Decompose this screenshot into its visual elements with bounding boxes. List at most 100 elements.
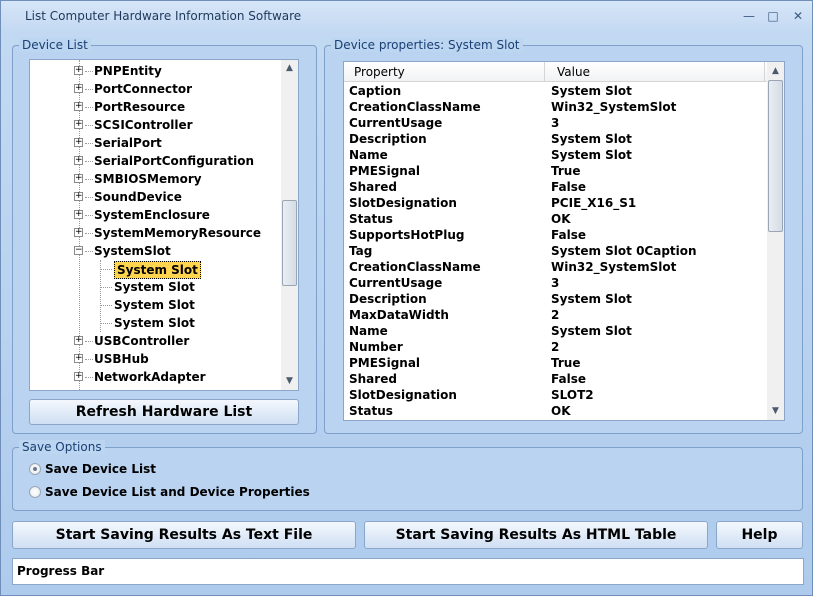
property-value[interactable]: SLOT2 <box>551 387 594 403</box>
property-name[interactable]: Number <box>349 339 403 355</box>
property-value[interactable]: True <box>551 163 580 179</box>
expand-icon[interactable]: + <box>74 192 83 201</box>
tree-item-label: NetworkAdapter <box>94 370 206 384</box>
device-properties-group: Device properties: System Slot Property … <box>324 38 803 434</box>
tree-item-label: SerialPort <box>94 136 162 150</box>
property-value[interactable]: False <box>551 227 586 243</box>
expand-icon[interactable]: + <box>74 210 83 219</box>
property-name[interactable]: PMESignal <box>349 355 420 371</box>
property-value[interactable]: PCIE_X16_S1 <box>551 195 636 211</box>
property-value[interactable]: False <box>551 371 586 387</box>
property-name[interactable]: Caption <box>349 83 401 99</box>
save-text-file-button[interactable]: Start Saving Results As Text File <box>12 521 356 549</box>
tree-item-label: SystemEnclosure <box>94 208 210 222</box>
scroll-up-icon[interactable]: ▲ <box>281 63 298 73</box>
tree-item-label: SystemSlot <box>94 244 171 258</box>
save-html-table-button[interactable]: Start Saving Results As HTML Table <box>364 521 708 549</box>
tree-item-label: PortResource <box>94 100 186 114</box>
tree-item-label: System Slot <box>114 261 201 279</box>
property-value[interactable]: 2 <box>551 307 559 323</box>
header-property[interactable]: Property <box>344 62 545 82</box>
property-value[interactable]: System Slot <box>551 147 632 163</box>
scroll-down-icon[interactable]: ▼ <box>281 376 298 386</box>
scroll-down-icon[interactable]: ▼ <box>767 406 784 416</box>
progress-label: Progress Bar <box>17 564 105 578</box>
scroll-thumb[interactable] <box>768 80 783 232</box>
property-name[interactable]: Description <box>349 131 427 147</box>
property-name[interactable]: SlotDesignation <box>349 387 457 403</box>
property-name[interactable]: Name <box>349 147 388 163</box>
save-options-label: Save Options <box>19 440 105 454</box>
expand-icon[interactable]: + <box>74 102 83 111</box>
property-value[interactable]: OK <box>551 403 571 419</box>
property-value[interactable]: 3 <box>551 115 559 131</box>
tree-item-label: PortConnector <box>94 82 192 96</box>
property-value[interactable]: 2 <box>551 339 559 355</box>
collapse-icon[interactable]: − <box>74 246 83 255</box>
property-name[interactable]: CurrentUsage <box>349 275 442 291</box>
property-name[interactable]: MaxDataWidth <box>349 307 449 323</box>
property-name[interactable]: CreationClassName <box>349 99 481 115</box>
properties-scrollbar[interactable]: ▲ ▼ <box>767 62 784 420</box>
expand-icon[interactable]: + <box>74 372 83 381</box>
device-tree[interactable]: + PNPEntity + PortConnector + PortResource + SC… <box>29 59 299 391</box>
tree-item-label: System Slot <box>114 316 195 330</box>
save-options-group: Save Options Save Device List Save Devic… <box>12 440 803 511</box>
help-button[interactable]: Help <box>716 521 803 549</box>
tree-item-label: System Slot <box>114 280 195 294</box>
property-value[interactable]: Win32_SystemSlot <box>551 99 676 115</box>
property-value[interactable]: Win32_SystemSlot <box>551 259 676 275</box>
expand-icon[interactable]: + <box>74 336 83 345</box>
expand-icon[interactable]: + <box>74 66 83 75</box>
expand-icon[interactable]: + <box>74 138 83 147</box>
property-value[interactable]: System Slot <box>551 131 632 147</box>
save-device-list-radio[interactable] <box>29 463 41 475</box>
tree-item-label: SerialPortConfiguration <box>94 154 254 168</box>
save-device-list-label[interactable]: Save Device List <box>45 462 156 476</box>
main-window: List Computer Hardware Information Softw… <box>0 0 813 596</box>
progress-bar: Progress Bar <box>12 558 804 585</box>
expand-icon[interactable]: + <box>74 174 83 183</box>
maximize-icon[interactable]: □ <box>763 7 783 25</box>
property-name[interactable]: Shared <box>349 179 397 195</box>
property-name[interactable]: Tag <box>349 243 372 259</box>
tree-item-label: SoundDevice <box>94 190 182 204</box>
expand-icon[interactable]: + <box>74 156 83 165</box>
tree-item-label: SystemMemoryResource <box>94 226 262 240</box>
scroll-thumb[interactable] <box>282 200 297 286</box>
minimize-icon[interactable]: — <box>739 7 759 25</box>
property-value[interactable]: System Slot <box>551 83 632 99</box>
save-device-list-properties-label[interactable]: Save Device List and Device Properties <box>45 485 310 499</box>
refresh-hardware-button[interactable]: Refresh Hardware List <box>29 399 299 425</box>
property-name[interactable]: SlotDesignation <box>349 195 457 211</box>
device-list-label: Device List <box>19 38 91 52</box>
device-list-group: Device List + PNPEntity + PortConnector + Por… <box>12 38 317 434</box>
properties-list[interactable]: Property Value Caption System Slot Creatio… <box>343 61 785 421</box>
property-value[interactable]: System Slot <box>551 291 632 307</box>
close-icon[interactable]: ✕ <box>788 7 808 25</box>
property-name[interactable]: PMESignal <box>349 163 420 179</box>
scroll-up-icon[interactable]: ▲ <box>767 66 784 76</box>
property-value[interactable]: System Slot 0Caption <box>551 243 697 259</box>
property-name[interactable]: SupportsHotPlug <box>349 227 464 243</box>
property-name[interactable]: Description <box>349 291 427 307</box>
property-name[interactable]: CreationClassName <box>349 259 481 275</box>
property-name[interactable]: CurrentUsage <box>349 115 442 131</box>
property-value[interactable]: True <box>551 355 580 371</box>
property-name[interactable]: Status <box>349 211 393 227</box>
property-value[interactable]: False <box>551 179 586 195</box>
expand-icon[interactable]: + <box>74 354 83 363</box>
header-value[interactable]: Value <box>545 62 765 82</box>
device-tree-scrollbar[interactable]: ▲ ▼ <box>281 60 298 390</box>
expand-icon[interactable]: + <box>74 84 83 93</box>
property-name[interactable]: Name <box>349 323 388 339</box>
expand-icon[interactable]: + <box>74 228 83 237</box>
save-device-list-properties-radio[interactable] <box>29 486 41 498</box>
property-value[interactable]: 3 <box>551 275 559 291</box>
expand-icon[interactable]: + <box>74 120 83 129</box>
property-name[interactable]: Status <box>349 403 393 419</box>
property-value[interactable]: System Slot <box>551 323 632 339</box>
property-name[interactable]: Shared <box>349 371 397 387</box>
property-value[interactable]: OK <box>551 211 571 227</box>
tree-item-label: PNPEntity <box>94 64 162 78</box>
